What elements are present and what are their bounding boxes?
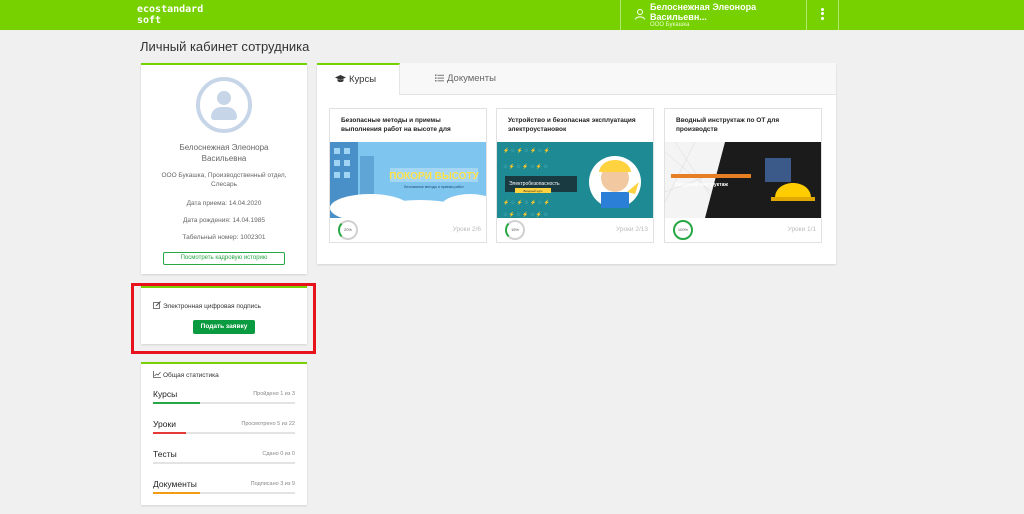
course-card[interactable]: Устройство и безопасная эксплуатация эле… — [496, 108, 654, 243]
course-card[interactable]: Безопасные методы и приемы выполнения ра… — [329, 108, 487, 243]
hire-date: Дата приема: 14.04.2020 — [186, 200, 262, 207]
stat-label: Тесты — [153, 449, 177, 459]
lessons-count: Уроки 2/13 — [616, 226, 648, 233]
more-menu-icon[interactable] — [812, 6, 832, 24]
stat-progress-bar — [153, 462, 295, 464]
stat-note: Сдано 0 из 0 — [262, 451, 295, 457]
svg-text:⚙ ⚡ ⚙ ⚡ ⚙ ⚡ ⚙: ⚙ ⚡ ⚙ ⚡ ⚙ ⚡ ⚙ — [503, 211, 548, 218]
employee-name: Белоснежная Элеонора Васильевна — [179, 143, 269, 163]
birth-date: Дата рождения: 14.04.1985 — [183, 217, 265, 224]
tab-documents-label: Документы — [447, 73, 496, 84]
highlight-frame — [131, 283, 316, 354]
header-divider — [620, 0, 621, 30]
page-title: Личный кабинет сотрудника — [140, 39, 310, 54]
stat-progress-bar — [153, 492, 295, 494]
logo-line-2: soft — [137, 15, 162, 26]
course-image: Вводный инструктаж — [665, 142, 821, 218]
tab-documents[interactable]: Документы — [417, 63, 507, 95]
list-icon — [435, 74, 444, 82]
banner-title: Вводный инструктаж — [675, 181, 728, 188]
employee-number: Табельный номер: 1002301 — [182, 234, 266, 241]
progress-ring: 20% — [338, 220, 358, 240]
user-menu[interactable]: Белоснежная Элеонора Васильевн... ООО Бу… — [634, 2, 804, 28]
lessons-count: Уроки 2/6 — [452, 226, 481, 233]
stat-progress-bar — [153, 402, 295, 404]
stats-card: Общая статистика Курсы Пройдено 1 из 3 У… — [141, 362, 307, 505]
svg-text:⚡ ⚙ ⚡ ⚙ ⚡ ⚙ ⚡: ⚡ ⚙ ⚡ ⚙ ⚡ ⚙ ⚡ — [503, 199, 550, 206]
svg-text:⚡ ⚙ ⚡ ⚙ ⚡ ⚙ ⚡: ⚡ ⚙ ⚡ ⚙ ⚡ ⚙ ⚡ — [503, 147, 550, 154]
course-card[interactable]: Вводный инструктаж по ОТ для производств… — [664, 108, 822, 243]
tab-courses-label: Курсы — [349, 74, 377, 85]
course-title: Вводный инструктаж по ОТ для производств — [676, 117, 780, 133]
header-divider — [838, 0, 839, 30]
course-image: ПОКОРИ ВЫСОТУ Безопасные методы и приемы… — [330, 142, 486, 218]
employee-org-position: ООО Букашка, Производственный отдел, Сле… — [161, 172, 287, 188]
profile-card: Белоснежная Элеонора Васильевна ООО Бука… — [141, 63, 307, 274]
course-image: ⚡ ⚙ ⚡ ⚙ ⚡ ⚙ ⚡ ⚙ ⚡ ⚙ ⚡ ⚙ ⚡ ⚙ ⚡ ⚙ ⚡ ⚙ ⚡ ⚙ ⚡… — [497, 142, 653, 218]
stat-progress-bar — [153, 432, 295, 434]
stat-note: Просмотрено 5 из 22 — [241, 421, 295, 427]
user-org: ООО Букашка — [650, 22, 690, 28]
tab-bar: Курсы Документы — [317, 63, 836, 95]
user-name: Белоснежная Элеонора Васильевн... — [650, 2, 757, 22]
logo-line-1: ecostandard — [137, 4, 204, 15]
course-title: Безопасные методы и приемы выполнения ра… — [341, 117, 451, 133]
course-title: Устройство и безопасная эксплуатация эле… — [508, 117, 636, 133]
stat-note: Подписано 3 из 9 — [250, 481, 295, 487]
avatar-icon — [196, 77, 252, 133]
user-icon — [635, 9, 645, 20]
stats-title: Общая статистика — [163, 372, 219, 379]
lessons-count: Уроки 1/1 — [787, 226, 816, 233]
banner-subtitle: Безопасные методы и приемы работ — [404, 185, 464, 189]
stat-label: Курсы — [153, 389, 178, 399]
courses-panel: Курсы Документы Безопасные методы и прие… — [317, 63, 836, 264]
stats-header: Общая статистика — [153, 371, 219, 379]
chart-icon — [153, 371, 161, 378]
progress-ring: 100% — [673, 220, 693, 240]
tab-courses[interactable]: Курсы — [317, 63, 400, 95]
banner-subtitle: Вводный курс — [523, 189, 543, 193]
logo[interactable]: ecostandard soft — [137, 4, 203, 26]
header-divider — [806, 0, 807, 30]
banner-title: Электробезопасность — [509, 181, 560, 187]
banner-title: ПОКОРИ ВЫСОТУ — [389, 171, 479, 182]
stat-note: Пройдено 1 из 3 — [253, 391, 295, 397]
top-bar: ecostandard soft Белоснежная Элеонора Ва… — [0, 0, 1024, 30]
view-history-button[interactable]: Посмотреть кадровую историю — [163, 252, 285, 265]
svg-text:⚙ ⚡ ⚙ ⚡ ⚙ ⚡ ⚙: ⚙ ⚡ ⚙ ⚡ ⚙ ⚡ ⚙ — [503, 163, 548, 170]
stat-label: Документы — [153, 479, 197, 489]
progress-ring: 15% — [505, 220, 525, 240]
graduation-cap-icon — [335, 75, 346, 83]
stat-label: Уроки — [153, 419, 176, 429]
